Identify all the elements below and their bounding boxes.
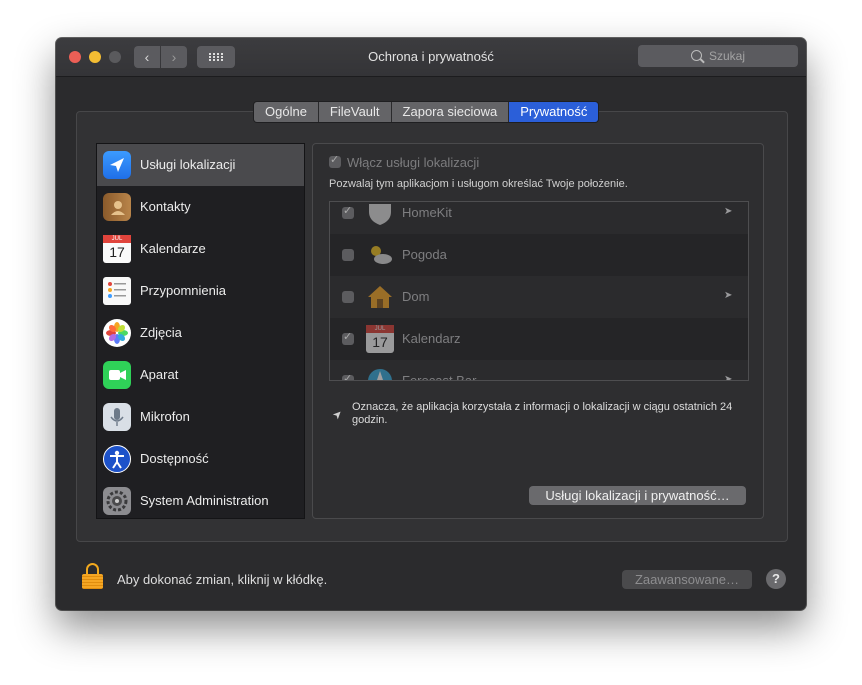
- search-input[interactable]: Szukaj: [638, 45, 798, 67]
- app-name: Forecast Bar: [402, 373, 477, 381]
- tab-bar: Ogólne FileVault Zapora sieciowa Prywatn…: [253, 101, 600, 123]
- home-icon: [366, 283, 394, 311]
- sidebar-item-photos[interactable]: Zdjęcia: [97, 312, 304, 354]
- tab-privacy[interactable]: Prywatność: [509, 102, 599, 122]
- tab-firewall[interactable]: Zapora sieciowa: [391, 102, 510, 122]
- location-arrow-icon: [103, 151, 131, 179]
- photos-icon: [103, 319, 131, 347]
- calendar-icon: JUL 17: [103, 235, 131, 263]
- app-checkbox[interactable]: [342, 204, 354, 219]
- accessibility-icon: [103, 445, 131, 473]
- sidebar-item-accessibility[interactable]: Dostępność: [97, 438, 304, 480]
- sidebar-item-label: Kontakty: [140, 199, 191, 214]
- app-row-weather[interactable]: Pogoda: [330, 234, 748, 276]
- enable-location-label: Włącz usługi lokalizacji: [347, 155, 480, 170]
- app-row-home[interactable]: Dom ➤: [330, 276, 748, 318]
- sidebar-item-camera[interactable]: Aparat: [97, 354, 304, 396]
- sidebar-item-label: Aparat: [140, 367, 179, 382]
- contacts-book-icon: [103, 193, 131, 221]
- privacy-sidebar: Usługi lokalizacji Kontakty JUL 17 Kalen…: [96, 143, 305, 519]
- location-description: Pozwalaj tym aplikacjom i usługom określ…: [329, 178, 628, 190]
- app-row-homekit[interactable]: HomeKit ➤: [330, 202, 748, 234]
- location-services-pane: Włącz usługi lokalizacji Pozwalaj tym ap…: [312, 143, 764, 519]
- reminders-icon: [103, 277, 131, 305]
- sidebar-item-location-services[interactable]: Usługi lokalizacji: [97, 144, 304, 186]
- app-name: HomeKit: [402, 205, 452, 220]
- sidebar-item-system-administration[interactable]: System Administration: [97, 480, 304, 518]
- sidebar-item-calendars[interactable]: JUL 17 Kalendarze: [97, 228, 304, 270]
- gear-icon: [103, 487, 131, 515]
- location-arrow-icon: ➤: [724, 206, 733, 217]
- microphone-icon: [103, 403, 131, 431]
- lock-instruction-text: Aby dokonać zmian, kliknij w kłódkę.: [117, 572, 328, 587]
- app-checkbox[interactable]: [342, 291, 354, 303]
- back-button[interactable]: ‹: [134, 46, 160, 68]
- app-row-forecast-bar[interactable]: Forecast Bar ➤: [330, 360, 748, 381]
- show-all-button[interactable]: [197, 46, 235, 68]
- calendar-month: JUL: [366, 325, 394, 333]
- title-bar: ‹ › Ochrona i prywatność Szukaj: [56, 38, 806, 77]
- sidebar-item-microphone[interactable]: Mikrofon: [97, 396, 304, 438]
- app-name: Pogoda: [402, 247, 447, 262]
- sidebar-item-contacts[interactable]: Kontakty: [97, 186, 304, 228]
- app-checkbox[interactable]: [342, 372, 354, 380]
- location-usage-note: Oznacza, że aplikacja korzystała z infor…: [352, 401, 733, 426]
- sidebar-item-label: System Administration: [140, 493, 269, 508]
- enable-location-checkbox[interactable]: [329, 153, 341, 168]
- chevron-right-icon: ›: [171, 49, 177, 65]
- forward-button[interactable]: ›: [161, 46, 187, 68]
- close-window-button[interactable]: [69, 51, 81, 63]
- compass-icon: [366, 367, 394, 380]
- location-arrow-icon: ➤: [330, 407, 346, 423]
- sidebar-item-label: Kalendarze: [140, 241, 206, 256]
- calendar-day: 17: [372, 334, 388, 350]
- minimize-window-button[interactable]: [89, 51, 101, 63]
- sidebar-item-label: Dostępność: [140, 451, 209, 466]
- location-arrow-icon: ➤: [724, 290, 733, 301]
- app-name: Kalendarz: [402, 331, 461, 346]
- location-privacy-button[interactable]: Usługi lokalizacji i prywatność…: [529, 486, 746, 505]
- app-checkbox[interactable]: [342, 330, 354, 345]
- advanced-button[interactable]: Zaawansowane…: [622, 570, 752, 589]
- app-name: Dom: [402, 289, 430, 304]
- help-button[interactable]: ?: [766, 569, 786, 589]
- sidebar-item-label: Zdjęcia: [140, 325, 182, 340]
- sidebar-item-label: Mikrofon: [140, 409, 190, 424]
- calendar-day: 17: [109, 244, 125, 260]
- sidebar-item-label: Usługi lokalizacji: [140, 157, 236, 172]
- location-arrow-icon: ➤: [724, 374, 733, 381]
- sidebar-item-label: Przypomnienia: [140, 283, 226, 298]
- sidebar-item-reminders[interactable]: Przypomnienia: [97, 270, 304, 312]
- homekit-shield-icon: [366, 202, 394, 227]
- camera-icon: [103, 361, 131, 389]
- lock-icon[interactable]: [82, 563, 103, 589]
- preferences-window: ‹ › Ochrona i prywatność Szukaj Ogólne F…: [56, 38, 806, 610]
- app-row-calendar[interactable]: JUL 17 Kalendarz: [330, 318, 748, 360]
- search-icon: [691, 50, 702, 61]
- location-app-list[interactable]: HomeKit ➤ Pogoda Dom ➤: [329, 201, 749, 381]
- calendar-icon: JUL 17: [366, 325, 394, 353]
- search-placeholder: Szukaj: [709, 49, 746, 63]
- app-checkbox[interactable]: [342, 249, 354, 261]
- chevron-left-icon: ‹: [144, 49, 150, 65]
- weather-icon: [366, 241, 394, 269]
- tab-filevault[interactable]: FileVault: [318, 102, 392, 122]
- tab-general[interactable]: Ogólne: [254, 102, 319, 122]
- zoom-window-button[interactable]: [109, 51, 121, 63]
- calendar-month: JUL: [103, 235, 131, 243]
